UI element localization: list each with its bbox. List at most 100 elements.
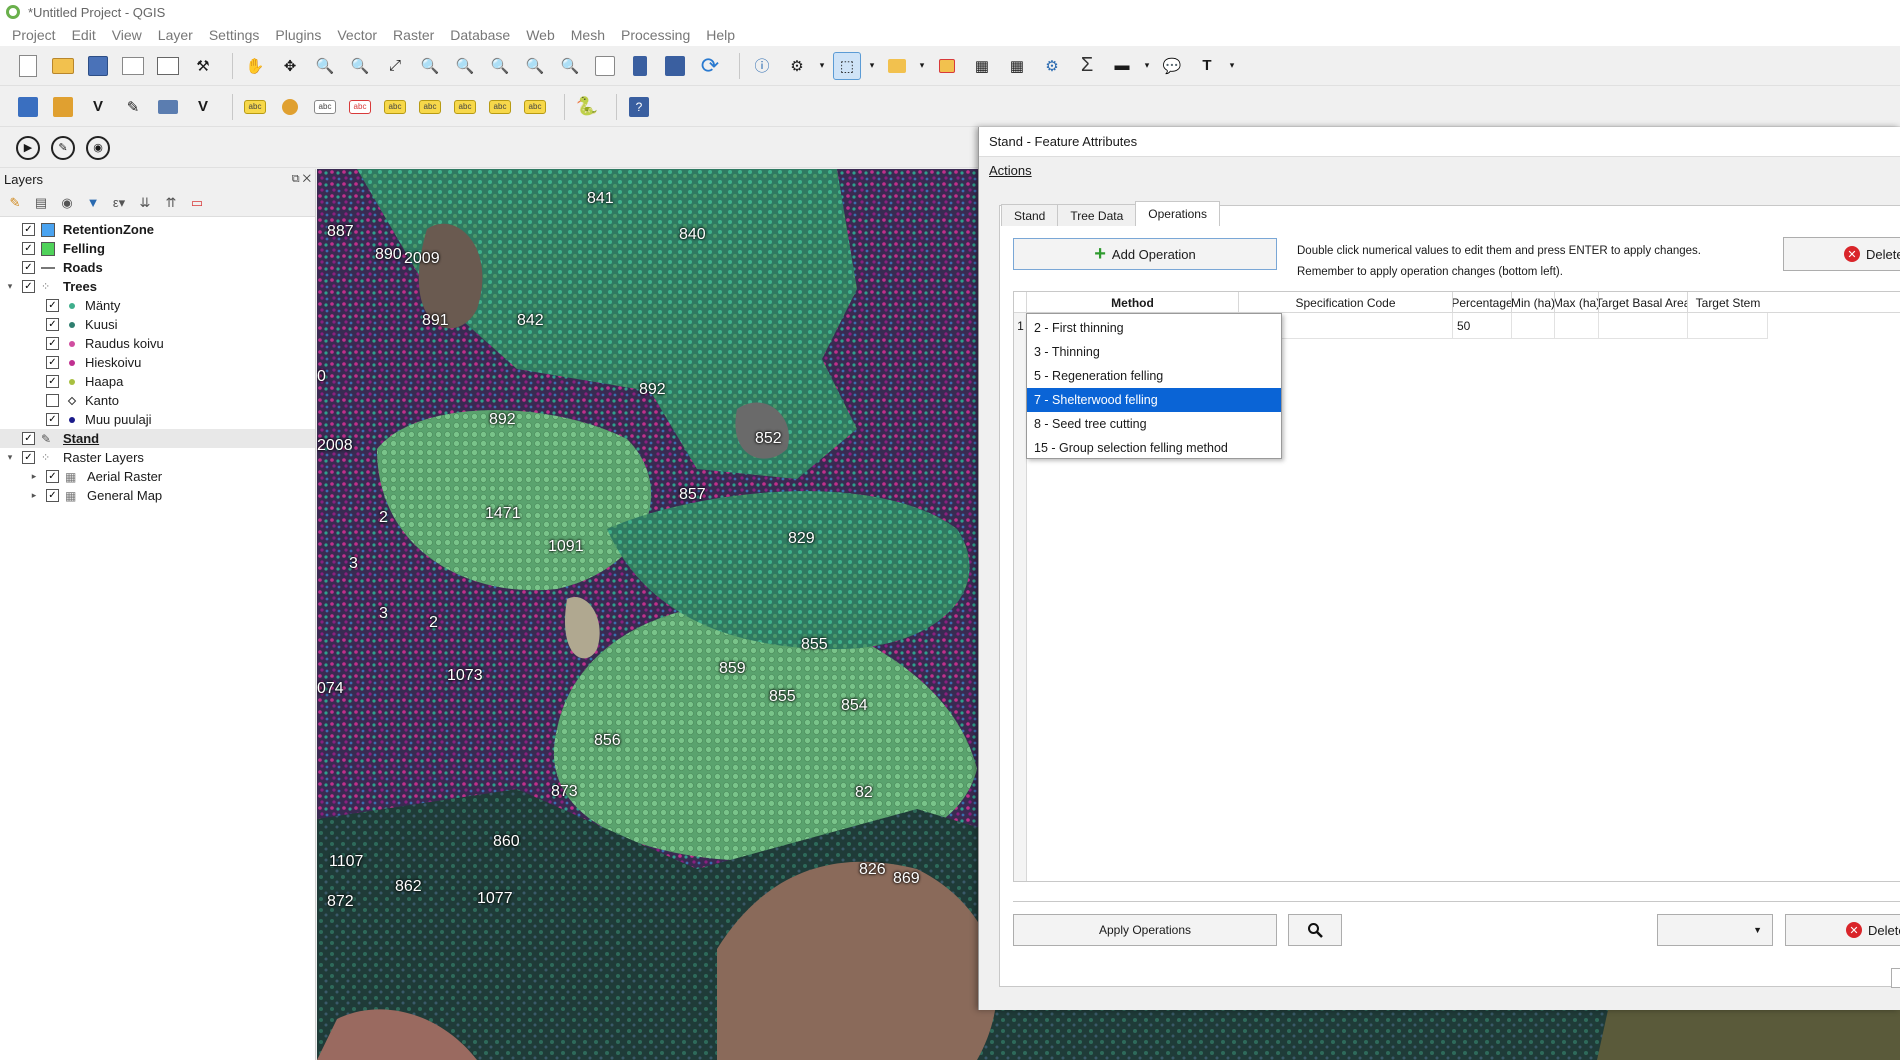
layer-visibility-checkbox[interactable]: ✓ — [22, 451, 35, 464]
apply-operations-button[interactable]: Apply Operations — [1013, 914, 1277, 946]
dropdown-arrow-icon[interactable]: ▾ — [918, 52, 926, 80]
stem-cell[interactable] — [1688, 313, 1768, 339]
column-header-max[interactable]: Max (ha) — [1555, 292, 1599, 313]
zoom-to-layer-icon[interactable]: 🔍 — [451, 52, 479, 80]
menu-web[interactable]: Web — [518, 27, 563, 43]
menu-project[interactable]: Project — [4, 27, 64, 43]
play-icon[interactable]: ▶ — [14, 134, 42, 162]
layout-manager-icon[interactable] — [154, 52, 182, 80]
method-option[interactable]: 5 - Regeneration felling — [1027, 364, 1281, 388]
column-header-method[interactable]: Method — [1027, 292, 1239, 313]
move-label-icon[interactable]: abc — [416, 93, 444, 121]
expand-arrow-icon[interactable]: ▸ — [28, 471, 40, 482]
zoom-in-icon[interactable]: 🔍 — [311, 52, 339, 80]
layer-visibility-checkbox[interactable]: ✓ — [46, 375, 59, 388]
layer-row[interactable]: ▸ ✓ ▦ Aerial Raster — [0, 467, 315, 486]
manage-visibility-icon[interactable]: ◉ — [58, 194, 76, 212]
statistical-summary-icon[interactable]: Σ — [1073, 52, 1101, 80]
layer-visibility-checkbox[interactable]: ✓ — [46, 337, 59, 350]
select-features-icon[interactable]: ⬚ — [833, 51, 861, 80]
zoom-last-icon[interactable]: 🔍 — [521, 52, 549, 80]
layer-row[interactable]: ✓ RetentionZone — [0, 220, 315, 239]
open-layer-styling-icon[interactable]: ✎ — [6, 194, 24, 212]
close-panel-icon[interactable]: ✕ — [303, 173, 311, 185]
actions-menu[interactable]: Actions — [989, 163, 1032, 178]
layer-visibility-checkbox[interactable]: ✓ — [22, 280, 35, 293]
layer-row[interactable]: ✓ Haapa — [0, 372, 315, 391]
operation-combo[interactable]: ▼ — [1657, 914, 1773, 946]
pan-map-icon[interactable]: ✋ — [241, 52, 269, 80]
zoom-full-icon[interactable]: ⤢ — [381, 52, 409, 80]
basal-area-cell[interactable] — [1599, 313, 1688, 339]
python-console-icon[interactable]: 🐍 — [573, 93, 601, 121]
layer-visibility-checkbox[interactable]: ✓ — [46, 356, 59, 369]
new-virtual-layer-icon[interactable] — [154, 93, 182, 121]
percentage-cell[interactable]: 50 — [1453, 313, 1512, 339]
min-cell[interactable] — [1512, 313, 1555, 339]
layer-visibility-checkbox[interactable]: ✓ — [22, 261, 35, 274]
menu-raster[interactable]: Raster — [385, 27, 442, 43]
label-tool-icon[interactable]: abc — [241, 93, 269, 121]
layer-row[interactable]: ✓ Muu puulaji — [0, 410, 315, 429]
attribute-table-icon[interactable]: ▦ — [968, 52, 996, 80]
method-option[interactable]: 7 - Shelterwood felling — [1027, 388, 1281, 412]
method-option[interactable]: 8 - Seed tree cutting — [1027, 412, 1281, 436]
layer-visibility-checkbox[interactable] — [46, 394, 59, 407]
pin-label-icon[interactable]: abc — [346, 93, 374, 121]
dropdown-arrow-icon[interactable]: ▾ — [1143, 52, 1151, 80]
label-properties-icon[interactable]: abc — [521, 93, 549, 121]
zoom-out-icon[interactable]: 🔍 — [346, 52, 374, 80]
column-header-percentage[interactable]: Percentage — [1453, 292, 1512, 313]
filter-legend-icon[interactable]: ▼ — [84, 194, 102, 212]
layer-row[interactable]: ▾ ✓ ⁘ Raster Layers — [0, 448, 315, 467]
tab-operations[interactable]: Operations — [1135, 201, 1220, 226]
zoom-native-icon[interactable]: 🔍 — [486, 52, 514, 80]
edit-pencil-icon[interactable]: ✎ — [49, 134, 77, 162]
expand-arrow-icon[interactable]: ▾ — [4, 281, 16, 292]
layer-row[interactable]: ✓ Hieskoivu — [0, 353, 315, 372]
diagram-tool-icon[interactable] — [276, 93, 304, 121]
menu-vector[interactable]: Vector — [329, 27, 385, 43]
new-map-view-icon[interactable] — [591, 52, 619, 80]
add-operation-button[interactable]: + Add Operation — [1013, 238, 1277, 270]
layer-row[interactable]: ✓ Raudus koivu — [0, 334, 315, 353]
delete-operation-button[interactable]: ✕ Delete — [1783, 237, 1900, 271]
layer-row[interactable]: ✓ Roads — [0, 258, 315, 277]
layer-visibility-checkbox[interactable]: ✓ — [46, 318, 59, 331]
filter-expression-icon[interactable]: ε▾ — [110, 194, 128, 212]
save-project-icon[interactable] — [84, 52, 112, 80]
expand-arrow-icon[interactable]: ▸ — [28, 490, 40, 501]
menu-help[interactable]: Help — [698, 27, 743, 43]
add-vector-icon[interactable]: V — [189, 93, 217, 121]
collapse-all-icon[interactable]: ⇈ — [162, 194, 180, 212]
menu-plugins[interactable]: Plugins — [267, 27, 329, 43]
layer-row[interactable]: Kanto — [0, 391, 315, 410]
new-shapefile-icon[interactable]: V — [84, 93, 112, 121]
show-hide-label-icon[interactable]: abc — [381, 93, 409, 121]
dropdown-arrow-icon[interactable]: ▾ — [1228, 52, 1236, 80]
method-option[interactable]: 2 - First thinning — [1027, 316, 1281, 340]
help-icon[interactable]: ? — [625, 93, 653, 121]
new-temp-layer-icon[interactable]: ✎ — [119, 93, 147, 121]
column-header-spec-code[interactable]: Specification Code — [1239, 292, 1453, 313]
delete-bottom-button[interactable]: ✕ Delete — [1785, 914, 1900, 946]
dropdown-arrow-icon[interactable]: ▾ — [818, 52, 826, 80]
add-group-icon[interactable]: ▤ — [32, 194, 50, 212]
float-panel-icon[interactable]: ⧉ — [292, 173, 300, 185]
open-project-icon[interactable] — [49, 52, 77, 80]
tab-tree-data[interactable]: Tree Data — [1057, 204, 1137, 226]
column-header-basal-area[interactable]: Target Basal Area — [1599, 292, 1688, 313]
print-layout-icon[interactable] — [119, 52, 147, 80]
method-option[interactable]: 3 - Thinning — [1027, 340, 1281, 364]
new-geopackage-icon[interactable] — [49, 93, 77, 121]
text-annotation-icon[interactable]: T — [1193, 52, 1221, 80]
expand-all-icon[interactable]: ⇊ — [136, 194, 154, 212]
layer-visibility-checkbox[interactable]: ✓ — [46, 299, 59, 312]
zoom-next-icon[interactable]: 🔍 — [556, 52, 584, 80]
menu-settings[interactable]: Settings — [201, 27, 268, 43]
menu-layer[interactable]: Layer — [150, 27, 201, 43]
zoom-to-selection-icon[interactable]: 🔍 — [416, 52, 444, 80]
map-tips-icon[interactable]: 💬 — [1158, 52, 1186, 80]
max-cell[interactable] — [1555, 313, 1599, 339]
remove-layer-icon[interactable]: ▭ — [188, 194, 206, 212]
